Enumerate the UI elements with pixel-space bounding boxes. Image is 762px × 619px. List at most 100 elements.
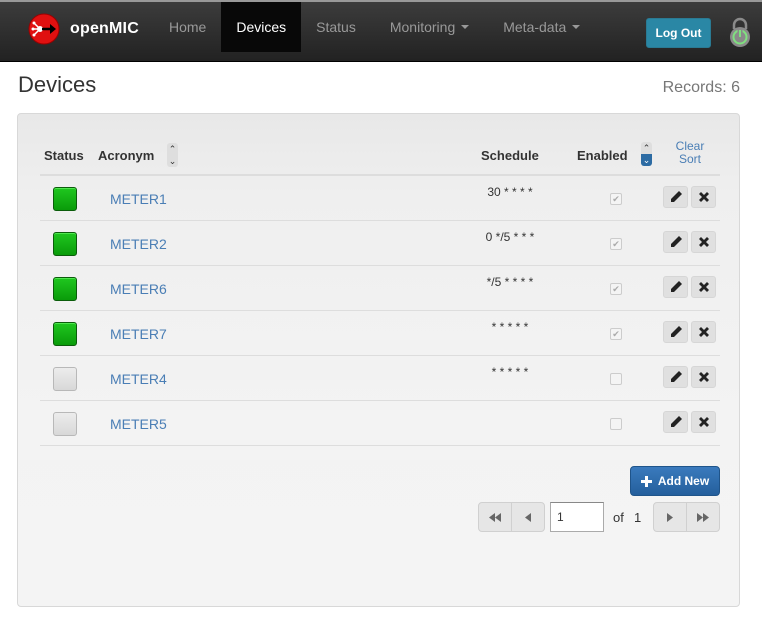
double-chevron-left-icon: [489, 512, 501, 522]
table-row: METER5: [40, 401, 720, 446]
brand-name: openMIC: [70, 20, 139, 37]
nav-status-label: Status: [316, 19, 356, 35]
page-number-input[interactable]: [550, 502, 604, 532]
edit-button[interactable]: [663, 231, 688, 253]
delete-button[interactable]: [691, 411, 716, 433]
table-body: METER1 30 * * * * ✔ METER2 0 */5 * * * ✔ METER…: [40, 176, 720, 446]
sort-enabled-button[interactable]: ⌃ ⌄: [641, 142, 652, 166]
delete-button[interactable]: [691, 366, 716, 388]
enabled-checkbox[interactable]: ✔: [610, 283, 622, 295]
page-title: Devices: [18, 72, 97, 97]
logout-button[interactable]: Log Out: [646, 18, 711, 48]
table-row: METER7 * * * * * ✔: [40, 311, 720, 356]
table-row: METER2 0 */5 * * * ✔: [40, 221, 720, 266]
nav-devices-label: Devices: [236, 19, 287, 35]
sort-down-active-icon: ⌄: [641, 154, 652, 166]
pencil-icon: [669, 236, 682, 248]
edit-button[interactable]: [663, 321, 688, 343]
delete-button[interactable]: [691, 276, 716, 298]
devices-panel: Status Acronym ⌃ ⌄ Schedule Enabled ⌃ ⌄ …: [17, 113, 740, 607]
column-header-schedule: Schedule: [481, 148, 539, 163]
sort-acronym-button[interactable]: ⌃ ⌄: [167, 143, 178, 167]
device-acronym-link[interactable]: METER5: [110, 416, 167, 432]
nav-monitoring[interactable]: Monitoring: [375, 2, 484, 52]
enabled-checkbox[interactable]: ✔: [610, 238, 622, 250]
sort-up-icon: ⌃: [642, 143, 651, 153]
navbar: openMIC Home Devices Status Monitoring M…: [0, 0, 762, 62]
pencil-icon: [669, 371, 682, 383]
total-pages: 1: [634, 510, 642, 525]
nav-home-label: Home: [169, 19, 207, 35]
double-chevron-right-icon: [697, 512, 709, 522]
table-row: METER6 */5 * * * * ✔: [40, 266, 720, 311]
delete-button[interactable]: [691, 321, 716, 343]
edit-button[interactable]: [663, 366, 688, 388]
prev-page-button[interactable]: [511, 502, 545, 532]
close-icon: [698, 372, 709, 382]
devices-table: Status Acronym ⌃ ⌄ Schedule Enabled ⌃ ⌄ …: [40, 114, 720, 446]
device-acronym-link[interactable]: METER7: [110, 326, 167, 342]
brand[interactable]: openMIC: [28, 12, 139, 46]
status-indicator: [53, 277, 77, 301]
device-acronym-link[interactable]: METER6: [110, 281, 167, 297]
nav-meta-data[interactable]: Meta-data: [488, 2, 595, 52]
table-row: METER4 * * * * *: [40, 356, 720, 401]
close-icon: [698, 237, 709, 247]
nav-monitoring-label: Monitoring: [389, 19, 456, 35]
column-header-status: Status: [44, 148, 84, 163]
nav-status[interactable]: Status: [301, 2, 371, 52]
schedule-value: * * * * *: [491, 320, 529, 334]
device-acronym-link[interactable]: METER1: [110, 191, 167, 207]
edit-button[interactable]: [663, 276, 688, 298]
plus-icon: [640, 475, 652, 487]
delete-button[interactable]: [691, 186, 716, 208]
records-count: Records: 6: [662, 79, 740, 96]
pencil-icon: [669, 326, 682, 338]
sort-down-icon: ⌄: [168, 156, 177, 166]
chevron-right-icon: [667, 512, 673, 522]
device-acronym-link[interactable]: METER2: [110, 236, 167, 252]
status-indicator: [53, 232, 77, 256]
close-icon: [698, 192, 709, 202]
first-page-button[interactable]: [478, 502, 512, 532]
column-header-acronym[interactable]: Acronym: [98, 148, 154, 163]
pencil-icon: [669, 416, 682, 428]
status-indicator: [53, 367, 77, 391]
edit-button[interactable]: [663, 186, 688, 208]
schedule-value: 30 * * * *: [487, 185, 533, 199]
schedule-value: * * * * *: [491, 365, 529, 379]
close-icon: [698, 417, 709, 427]
status-indicator: [53, 187, 77, 211]
main-nav: Home Devices Status Monitoring Meta-data: [154, 2, 595, 54]
caret-down-icon: [461, 25, 470, 29]
clear-sort-link[interactable]: Clear Sort: [670, 140, 710, 166]
schedule-value: */5 * * * *: [486, 275, 534, 289]
enabled-checkbox[interactable]: ✔: [610, 193, 622, 205]
power-lock-icon[interactable]: [728, 17, 752, 49]
status-indicator: [53, 322, 77, 346]
table-header: Status Acronym ⌃ ⌄ Schedule Enabled ⌃ ⌄ …: [40, 114, 720, 176]
enabled-checkbox[interactable]: [610, 418, 622, 430]
add-new-label: Add New: [657, 474, 710, 488]
pencil-icon: [669, 191, 682, 203]
sort-up-icon: ⌃: [168, 144, 177, 154]
table-row: METER1 30 * * * * ✔: [40, 176, 720, 221]
nav-meta-data-label: Meta-data: [503, 19, 567, 35]
next-page-button[interactable]: [653, 502, 687, 532]
nav-devices[interactable]: Devices: [221, 2, 302, 52]
status-indicator: [53, 412, 77, 436]
nav-home[interactable]: Home: [154, 2, 221, 52]
close-icon: [698, 282, 709, 292]
column-header-enabled[interactable]: Enabled: [577, 148, 628, 163]
edit-button[interactable]: [663, 411, 688, 433]
add-new-button[interactable]: Add New: [630, 466, 720, 496]
last-page-button[interactable]: [686, 502, 720, 532]
delete-button[interactable]: [691, 231, 716, 253]
openmic-logo-icon: [28, 13, 60, 45]
chevron-left-icon: [525, 512, 531, 522]
enabled-checkbox[interactable]: ✔: [610, 328, 622, 340]
caret-down-icon: [572, 25, 581, 29]
device-acronym-link[interactable]: METER4: [110, 371, 167, 387]
enabled-checkbox[interactable]: [610, 373, 622, 385]
pencil-icon: [669, 281, 682, 293]
